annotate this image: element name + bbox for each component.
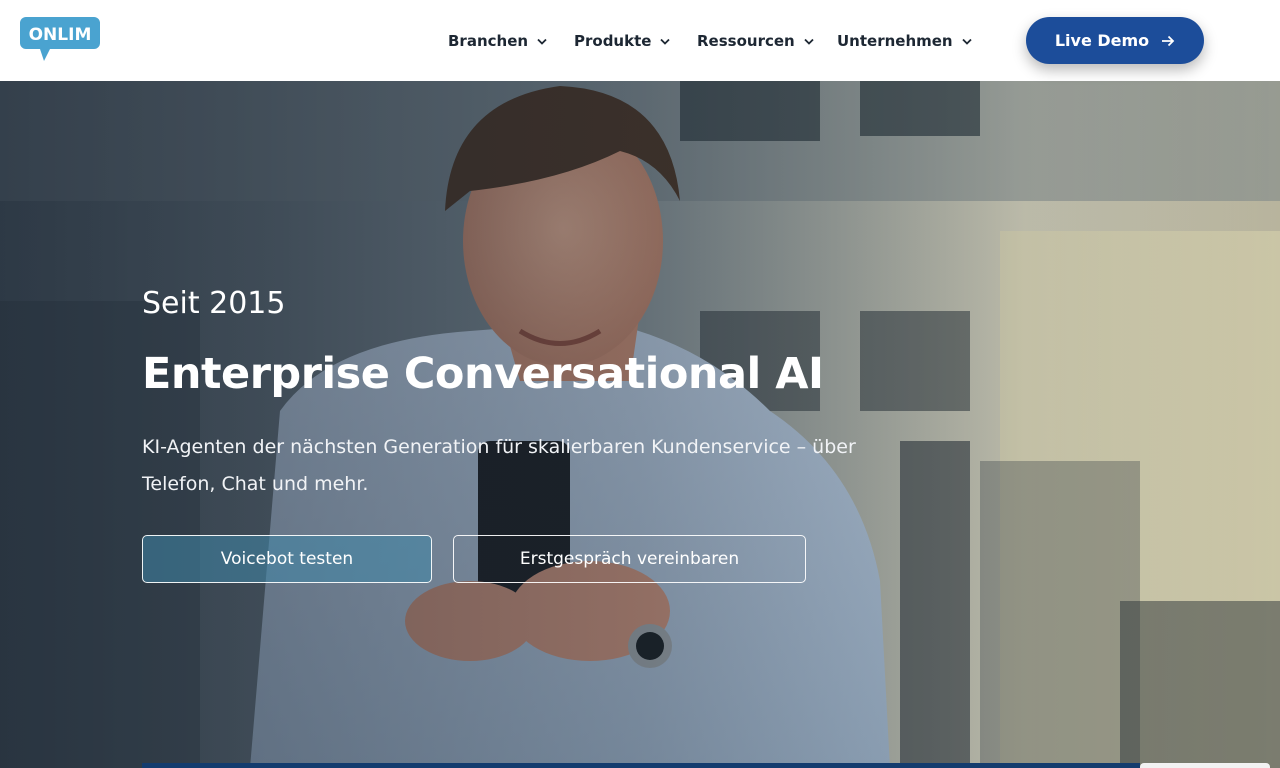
arrow-right-icon	[1162, 35, 1175, 46]
site-header: ONLIM Branchen Produkte Ressourcen Unter…	[0, 0, 1280, 81]
nav-item-label: Produkte	[574, 32, 652, 50]
nav-item-label: Branchen	[448, 32, 529, 50]
nav-item-ressourcen[interactable]: Ressourcen	[697, 28, 814, 54]
next-section-edge-right	[1140, 763, 1270, 768]
nav-item-label: Ressourcen	[697, 32, 795, 50]
chevron-down-icon	[537, 38, 547, 45]
hero-headline: Enterprise Conversational AI	[142, 349, 824, 399]
hero-overlay	[0, 81, 1280, 768]
nav-item-label: Unternehmen	[837, 32, 953, 50]
hero-eyebrow: Seit 2015	[142, 286, 286, 321]
live-demo-label: Live Demo	[1054, 31, 1150, 50]
nav-item-branchen[interactable]: Branchen	[448, 28, 547, 54]
book-meeting-label: Erstgespräch vereinbaren	[519, 549, 740, 569]
chevron-down-icon	[961, 38, 972, 45]
live-demo-button[interactable]: Live Demo	[1026, 17, 1204, 64]
hero-section: Seit 2015 Enterprise Conversational AI K…	[0, 81, 1280, 768]
book-meeting-button[interactable]: Erstgespräch vereinbaren	[453, 535, 806, 583]
hero-subline: KI-Agenten der nächsten Generation für s…	[142, 436, 856, 495]
onlim-logo[interactable]: ONLIM	[20, 17, 100, 63]
next-section-edge	[142, 763, 1140, 768]
chevron-down-icon	[660, 38, 671, 45]
chevron-down-icon	[804, 38, 814, 45]
nav-item-produkte[interactable]: Produkte	[574, 28, 671, 54]
logo-text: ONLIM	[29, 25, 92, 45]
voicebot-test-label: Voicebot testen	[220, 549, 354, 569]
voicebot-test-button[interactable]: Voicebot testen	[142, 535, 432, 583]
nav-item-unternehmen[interactable]: Unternehmen	[837, 28, 972, 54]
